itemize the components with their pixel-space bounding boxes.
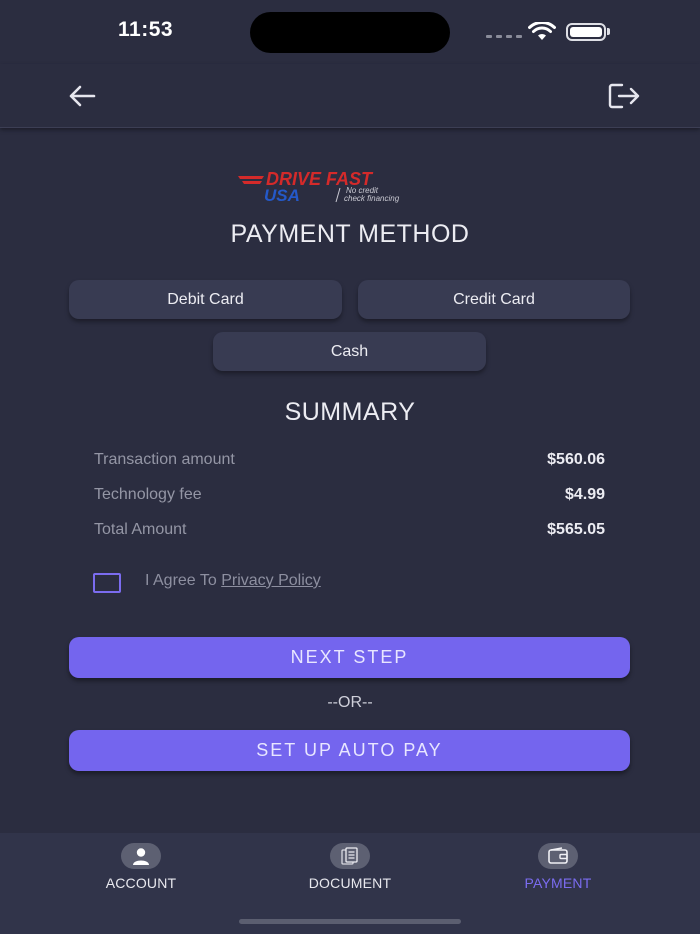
- debit-card-button[interactable]: Debit Card: [69, 280, 342, 319]
- total-amount-value: $565.05: [547, 521, 605, 538]
- credit-card-button[interactable]: Credit Card: [358, 280, 630, 319]
- total-amount-label: Total Amount: [94, 521, 187, 538]
- set-up-auto-pay-button[interactable]: SET UP AUTO PAY: [69, 730, 630, 771]
- battery-tip: [607, 28, 610, 35]
- transaction-amount-value: $560.06: [547, 451, 605, 468]
- or-divider: --OR--: [327, 694, 373, 711]
- user-icon: [121, 843, 161, 869]
- home-indicator: [239, 919, 461, 924]
- logout-icon[interactable]: [604, 80, 644, 112]
- transaction-amount-label: Transaction amount: [94, 451, 235, 468]
- nav-account-label: ACCOUNT: [105, 875, 177, 891]
- next-step-button[interactable]: NEXT STEP: [69, 637, 630, 678]
- document-icon: [330, 843, 370, 869]
- agree-prefix: I Agree To: [145, 572, 222, 589]
- logo-tagline2: check financing: [344, 194, 400, 203]
- logo-line2: USA: [264, 186, 300, 204]
- back-arrow-icon[interactable]: [64, 82, 100, 110]
- wallet-icon: [538, 843, 578, 869]
- app-header: [0, 64, 700, 128]
- battery-icon: [566, 23, 606, 41]
- cash-button[interactable]: Cash: [213, 332, 486, 371]
- signal-dots-icon: [486, 35, 522, 38]
- drive-fast-usa-logo: DRIVE FAST USA No credit check financing: [238, 169, 400, 204]
- nav-payment[interactable]: PAYMENT: [483, 843, 633, 891]
- technology-fee-label: Technology fee: [94, 486, 202, 503]
- status-time: 11:53: [118, 18, 174, 41]
- nav-payment-label: PAYMENT: [524, 875, 592, 891]
- nav-document-label: DOCUMENT: [308, 875, 392, 891]
- summary-title: SUMMARY: [284, 398, 416, 426]
- dynamic-island: [250, 12, 450, 53]
- agree-checkbox[interactable]: [93, 573, 121, 593]
- nav-account[interactable]: ACCOUNT: [66, 843, 216, 891]
- technology-fee-value: $4.99: [564, 486, 605, 503]
- nav-document[interactable]: DOCUMENT: [275, 843, 425, 891]
- wifi-icon: [528, 22, 556, 40]
- page-title: PAYMENT METHOD: [230, 220, 470, 248]
- agree-text: I Agree To Privacy Policy: [145, 572, 321, 590]
- privacy-policy-link[interactable]: Privacy Policy: [221, 572, 321, 589]
